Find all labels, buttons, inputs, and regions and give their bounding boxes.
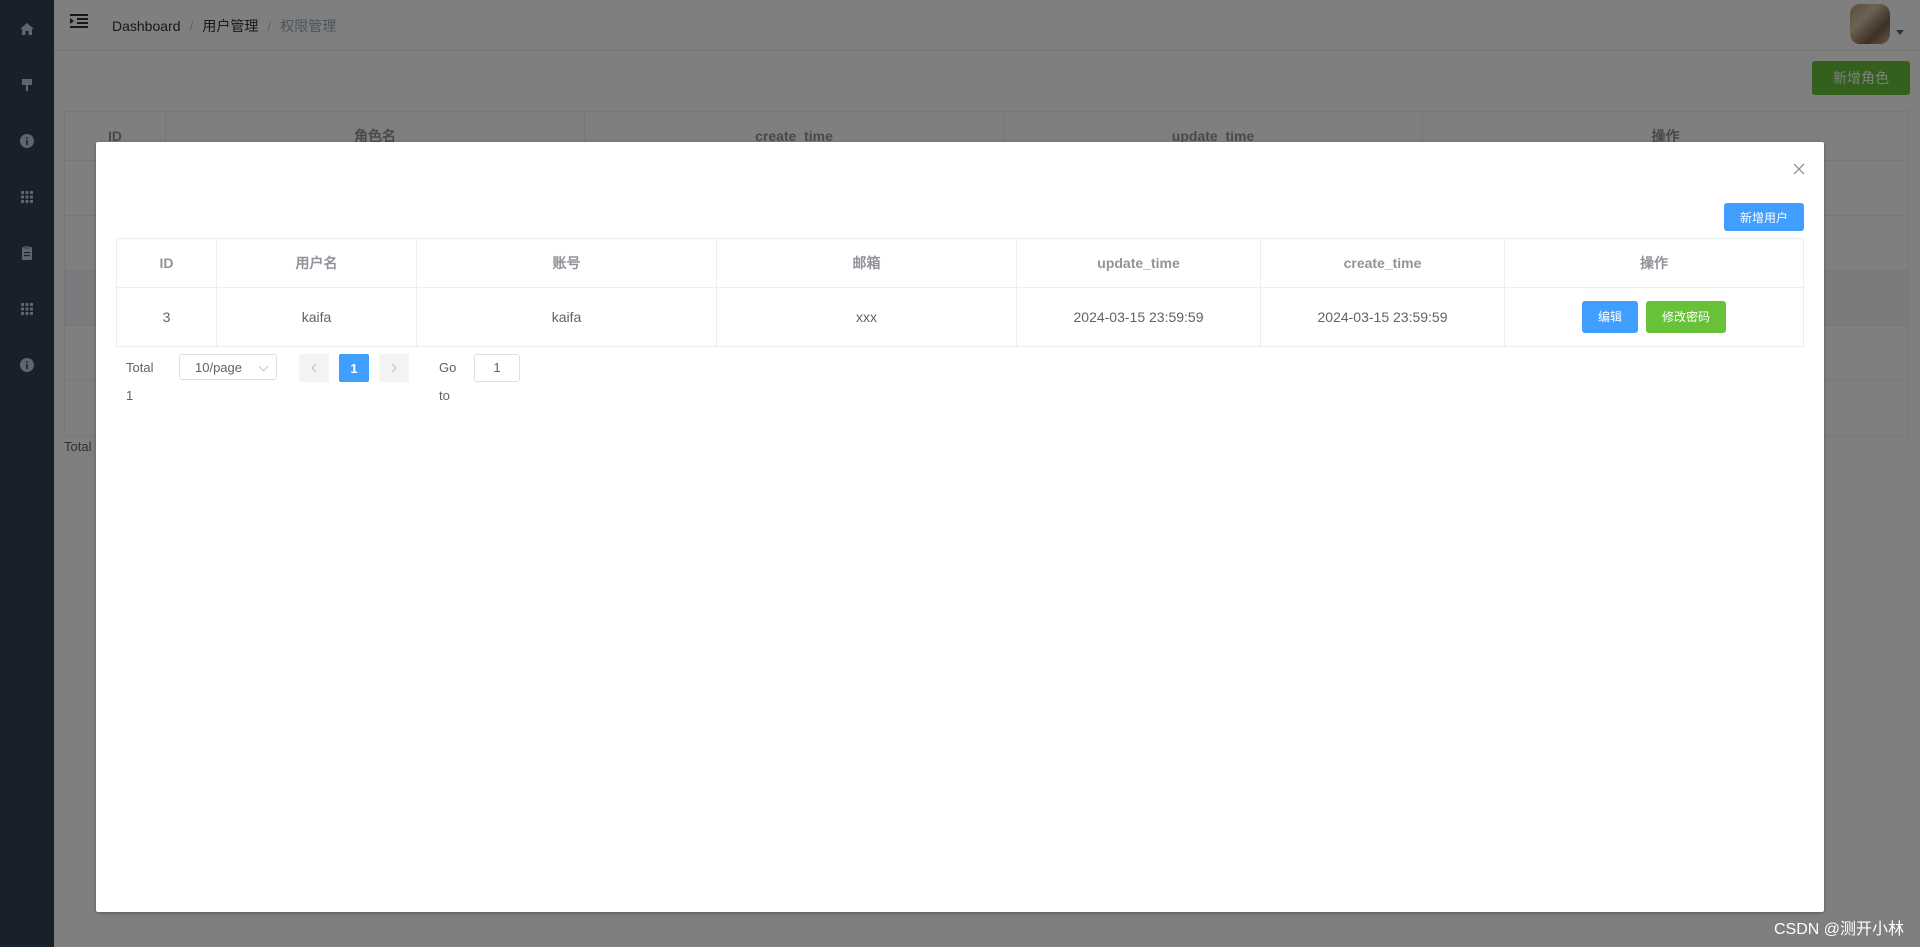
next-page-button[interactable] (379, 354, 409, 382)
cell-actions: 编辑 修改密码 (1504, 287, 1804, 347)
cell-update-time: 2024-03-15 23:59:59 (1016, 287, 1261, 347)
header-account: 账号 (416, 238, 717, 288)
cell-id: 3 (116, 287, 217, 347)
user-dialog: 新增用户 ID 用户名 账号 邮箱 update_time create_tim… (96, 142, 1824, 912)
goto-label: Go to (439, 360, 457, 403)
user-table: ID 用户名 账号 邮箱 update_time create_time 操作 … (116, 238, 1804, 347)
chevron-right-icon (391, 363, 397, 373)
close-icon[interactable] (1790, 160, 1808, 178)
header-update-time: update_time (1016, 238, 1261, 288)
page-size-value: 10/page (195, 360, 242, 375)
table-row: 3 kaifa kaifa xxx 2024-03-15 23:59:59 20… (116, 287, 1804, 347)
page-size-select[interactable]: 10/page (179, 354, 277, 380)
change-password-button[interactable]: 修改密码 (1646, 301, 1726, 333)
pagination-total: Total 1 (126, 360, 154, 403)
cell-username: kaifa (216, 287, 417, 347)
header-create-time: create_time (1260, 238, 1505, 288)
page-number[interactable]: 1 (339, 354, 369, 382)
add-user-button[interactable]: 新增用户 (1724, 203, 1804, 231)
header-username: 用户名 (216, 238, 417, 288)
table-header-row: ID 用户名 账号 邮箱 update_time create_time 操作 (116, 238, 1804, 288)
header-actions: 操作 (1504, 238, 1804, 288)
chevron-down-icon (258, 361, 269, 372)
cell-account: kaifa (416, 287, 717, 347)
edit-button[interactable]: 编辑 (1582, 301, 1638, 333)
watermark: CSDN @测开小林 (1773, 921, 1904, 938)
header-id: ID (116, 238, 217, 288)
header-email: 邮箱 (716, 238, 1017, 288)
cell-create-time: 2024-03-15 23:59:59 (1260, 287, 1505, 347)
chevron-left-icon (311, 363, 317, 373)
cell-email: xxx (716, 287, 1017, 347)
goto-input[interactable]: 1 (474, 354, 520, 382)
prev-page-button[interactable] (299, 354, 329, 382)
